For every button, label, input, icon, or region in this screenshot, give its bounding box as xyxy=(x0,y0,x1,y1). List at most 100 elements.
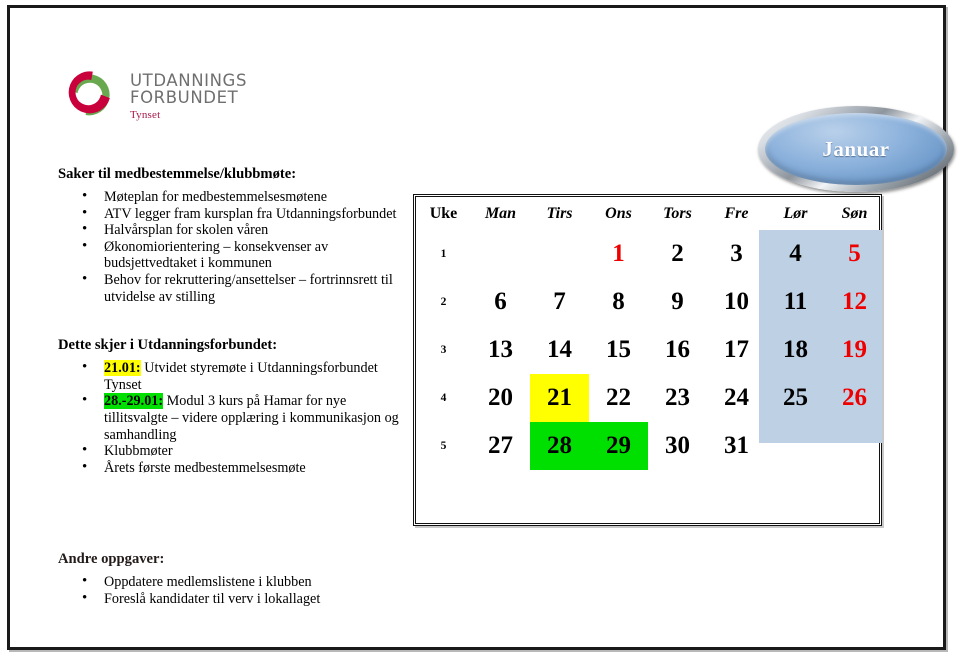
calendar-day-cell[interactable]: 23 xyxy=(648,374,707,422)
month-badge-face: Januar xyxy=(765,113,947,185)
calendar-day-cell[interactable]: 25 xyxy=(766,374,825,422)
day-number: 21 xyxy=(530,374,589,422)
day-number: 4 xyxy=(789,240,802,267)
day-number: 13 xyxy=(488,336,513,363)
calendar-day-cell[interactable]: 21 xyxy=(530,374,589,422)
section-saker: Saker til medbestemmelse/klubbmøte: Møte… xyxy=(58,166,403,305)
logo-line-2: FORBUNDET xyxy=(130,88,239,107)
calendar-week-row: 4 20 21 22 23 24 25 26 xyxy=(416,374,884,422)
list-item: 21.01: Utvidet styremøte i Utdanningsfor… xyxy=(82,359,403,393)
day-number: 16 xyxy=(665,336,690,363)
day-number: 30 xyxy=(665,432,690,459)
day-number: 22 xyxy=(606,384,631,411)
calendar-day-cell[interactable]: 6 xyxy=(471,278,530,326)
calendar-header-row: Uke Man Tirs Ons Tors Fre Lør Søn xyxy=(416,197,884,230)
calendar-day-cell[interactable]: 28 xyxy=(530,422,589,470)
calendar-day-cell[interactable]: 9 xyxy=(648,278,707,326)
calendar-day-cell[interactable]: 14 xyxy=(530,326,589,374)
day-number: 17 xyxy=(724,336,749,363)
list-item-text: Utvidet styremøte i Utdanningsforbundet … xyxy=(104,360,378,393)
list-item-text: Foreslå kandidater til verv i lokallaget xyxy=(104,590,321,607)
day-number: 11 xyxy=(783,288,808,315)
day-number: 14 xyxy=(547,336,572,363)
logo-sublabel: Tynset xyxy=(130,109,161,121)
list-item-text: Økonomiorientering – konsekvenser av bud… xyxy=(104,238,329,272)
day-number xyxy=(471,230,530,278)
calendar-day-cell[interactable]: 26 xyxy=(825,374,884,422)
calendar-empty-cell xyxy=(471,230,530,278)
section-andre-oppgaver: Andre oppgaver: Oppdatere medlemslistene… xyxy=(58,551,403,607)
calendar-day-cell[interactable]: 29 xyxy=(589,422,648,470)
list-item: Oppdatere medlemslistene i klubben xyxy=(82,573,403,591)
calendar-day-cell[interactable]: 24 xyxy=(707,374,766,422)
calendar-day-cell[interactable]: 7 xyxy=(530,278,589,326)
calendar: Uke Man Tirs Ons Tors Fre Lør Søn 112345… xyxy=(413,194,882,526)
day-number: 24 xyxy=(724,384,749,411)
bullet-list-andre: Oppdatere medlemslistene i klubben Fores… xyxy=(58,573,403,608)
calendar-table: Uke Man Tirs Ons Tors Fre Lør Søn 112345… xyxy=(416,197,884,470)
list-item: Årets første medbestemmelsesmøte xyxy=(82,459,403,477)
day-number: 26 xyxy=(842,384,867,411)
logo-wordmark: UTDANNINGS FORBUNDET Tynset xyxy=(130,72,247,121)
list-item: Foreslå kandidater til verv i lokallaget xyxy=(82,590,403,608)
list-item-text: ATV legger fram kursplan fra Utdanningsf… xyxy=(104,205,397,222)
calendar-day-cell[interactable]: 31 xyxy=(707,422,766,470)
calendar-empty-cell xyxy=(825,422,884,470)
list-item-text: Årets første medbestemmelsesmøte xyxy=(104,459,306,476)
day-number xyxy=(530,230,589,278)
column-header-ons: Ons xyxy=(605,204,632,222)
list-item-text: Klubbmøter xyxy=(104,443,173,460)
calendar-day-cell[interactable]: 17 xyxy=(707,326,766,374)
week-number: 4 xyxy=(440,392,447,404)
section-heading-saker: Saker til medbestemmelse/klubbmøte: xyxy=(58,166,297,182)
day-number: 10 xyxy=(724,288,749,315)
column-header-tors: Tors xyxy=(663,204,692,222)
calendar-day-cell[interactable]: 5 xyxy=(825,230,884,278)
calendar-day-cell[interactable]: 8 xyxy=(589,278,648,326)
day-number: 23 xyxy=(665,384,690,411)
calendar-empty-cell xyxy=(766,422,825,470)
day-number: 15 xyxy=(606,336,631,363)
event-date-label: 21.01: xyxy=(104,360,141,377)
calendar-day-cell[interactable]: 30 xyxy=(648,422,707,470)
calendar-day-cell[interactable]: 27 xyxy=(471,422,530,470)
page-frame: UTDANNINGS FORBUNDET Tynset Januar Saker… xyxy=(7,5,954,650)
day-number: 25 xyxy=(783,384,808,411)
day-number: 18 xyxy=(783,336,808,363)
day-number: 2 xyxy=(671,240,684,267)
week-number: 5 xyxy=(440,440,447,452)
bullet-list-saker: Møteplan for medbestemmelsesmøtene ATV l… xyxy=(58,188,403,305)
day-number xyxy=(766,422,825,470)
day-number: 12 xyxy=(842,288,867,315)
calendar-day-cell[interactable]: 12 xyxy=(825,278,884,326)
section-heading-andre: Andre oppgaver: xyxy=(58,551,165,567)
calendar-week-row: 1 1 2 3 4 5 xyxy=(416,230,884,278)
calendar-day-cell[interactable]: 15 xyxy=(589,326,648,374)
list-item: ATV legger fram kursplan fra Utdanningsf… xyxy=(82,205,403,223)
day-number xyxy=(825,422,884,470)
calendar-day-cell[interactable]: 16 xyxy=(648,326,707,374)
calendar-day-cell[interactable]: 10 xyxy=(707,278,766,326)
calendar-day-cell[interactable]: 11 xyxy=(766,278,825,326)
week-number: 2 xyxy=(440,296,447,308)
calendar-day-cell[interactable]: 19 xyxy=(825,326,884,374)
calendar-empty-cell xyxy=(530,230,589,278)
calendar-day-cell[interactable]: 22 xyxy=(589,374,648,422)
event-date-label: 28.-29.01: xyxy=(104,393,164,410)
list-item: 28.-29.01: Modul 3 kurs på Hamar for nye… xyxy=(82,392,403,443)
calendar-day-cell[interactable]: 2 xyxy=(648,230,707,278)
calendar-day-cell[interactable]: 4 xyxy=(766,230,825,278)
month-badge: Januar xyxy=(758,106,954,192)
calendar-day-cell[interactable]: 13 xyxy=(471,326,530,374)
list-item-text: Halvårsplan for skolen våren xyxy=(104,222,269,239)
calendar-day-cell[interactable]: 18 xyxy=(766,326,825,374)
calendar-week-row: 5 27 28 29 30 31 xyxy=(416,422,884,470)
calendar-day-cell[interactable]: 3 xyxy=(707,230,766,278)
day-number: 6 xyxy=(494,288,507,315)
calendar-day-cell[interactable]: 1 xyxy=(589,230,648,278)
day-number: 1 xyxy=(612,240,625,267)
calendar-day-cell[interactable]: 20 xyxy=(471,374,530,422)
day-number: 29 xyxy=(589,422,648,470)
column-header-tirs: Tirs xyxy=(546,204,573,222)
month-label: Januar xyxy=(822,136,890,161)
